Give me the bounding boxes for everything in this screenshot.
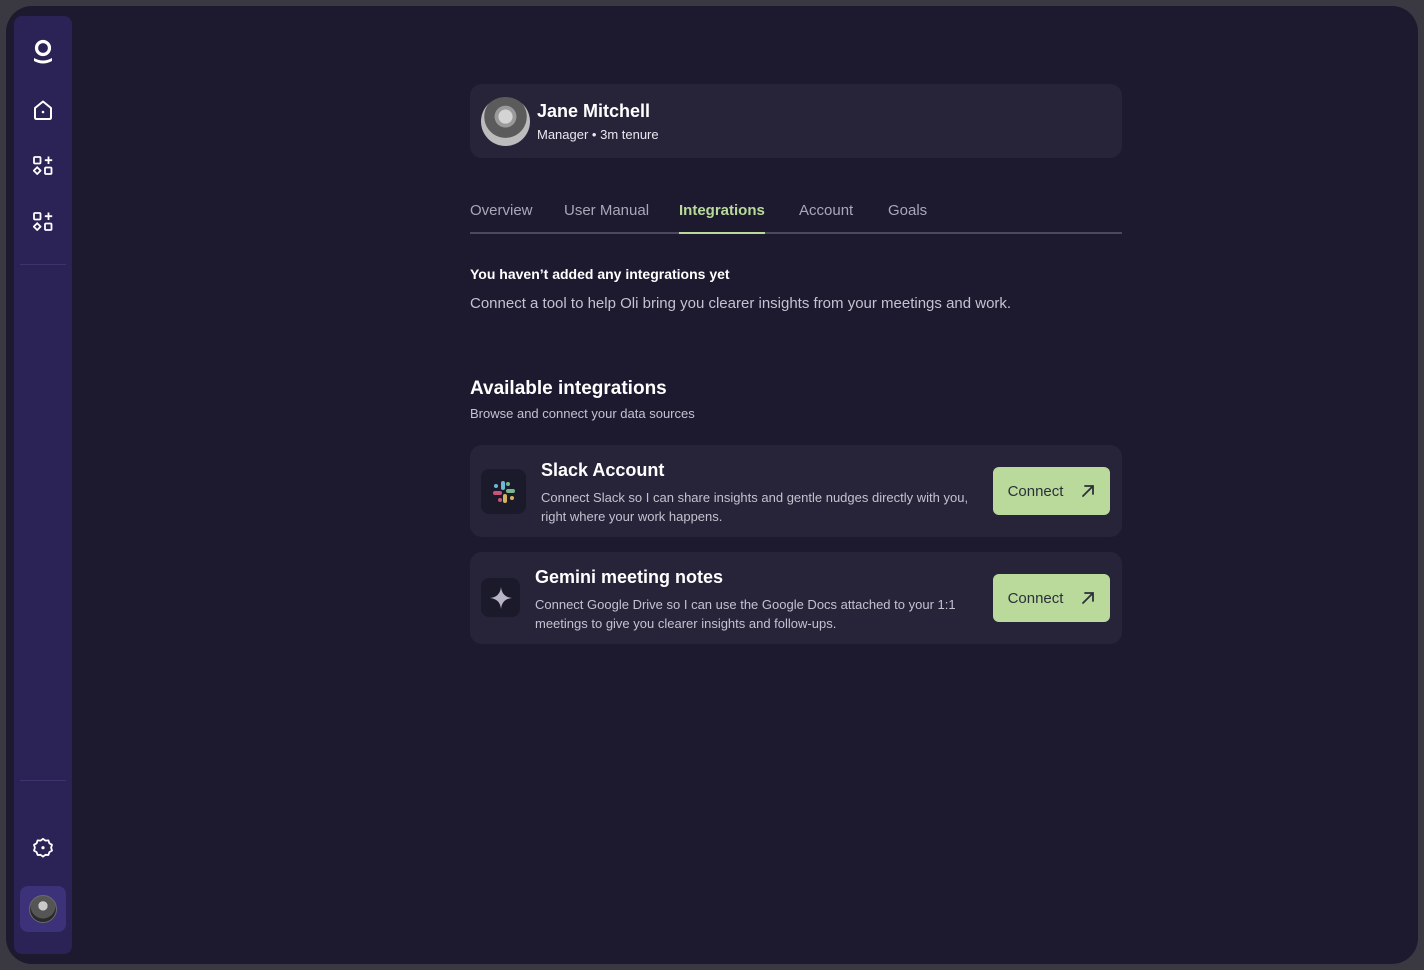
sidebar-divider — [20, 780, 66, 781]
user-avatar[interactable] — [20, 886, 66, 932]
settings-icon[interactable] — [27, 832, 59, 864]
tab-user-manual[interactable]: User Manual — [564, 202, 649, 234]
app-window: Jane Mitchell Manager • 3m tenure Overvi… — [6, 6, 1418, 964]
tab-bar: Overview User Manual Integrations Accoun… — [470, 202, 1122, 234]
tab-account[interactable]: Account — [799, 202, 853, 234]
integration-title: Gemini meeting notes — [535, 567, 724, 587]
avatar — [29, 895, 57, 923]
apps-add-icon[interactable] — [27, 206, 59, 238]
integration-description: Connect Slack so I can share insights an… — [541, 490, 969, 524]
avatar — [481, 97, 530, 146]
connect-label: Connect — [1007, 589, 1064, 607]
slack-icon — [481, 469, 526, 514]
apps-icon[interactable] — [27, 150, 59, 182]
integration-card-gemini: Gemini meeting notes Connect Google Driv… — [470, 552, 1122, 644]
profile-name: Jane Mitchell — [537, 101, 651, 121]
external-link-icon — [1082, 592, 1095, 604]
section-subtitle: Browse and connect your data sources — [470, 406, 695, 421]
gemini-icon — [481, 578, 520, 617]
tab-overview[interactable]: Overview — [470, 202, 533, 234]
home-icon[interactable] — [27, 94, 59, 126]
tab-integrations[interactable]: Integrations — [679, 202, 765, 234]
connect-label: Connect — [1007, 482, 1064, 500]
profile-card: Jane Mitchell Manager • 3m tenure — [470, 84, 1122, 158]
profile-meta: Manager • 3m tenure — [537, 127, 659, 142]
integration-description: Connect Google Drive so I can use the Go… — [535, 597, 956, 631]
integration-title: Slack Account — [541, 460, 665, 480]
sidebar — [14, 16, 72, 954]
logo-icon[interactable] — [27, 36, 59, 68]
integration-card-slack: Slack Account Connect Slack so I can sha… — [470, 445, 1122, 537]
empty-state-description: Connect a tool to help Oli bring you cle… — [470, 295, 1012, 312]
connect-slack-button[interactable]: Connect — [993, 467, 1110, 515]
empty-state-title: You haven’t added any integrations yet — [470, 266, 730, 282]
section-title: Available integrations — [470, 378, 667, 399]
external-link-icon — [1082, 485, 1095, 497]
tab-goals[interactable]: Goals — [888, 202, 927, 234]
sidebar-divider — [20, 264, 66, 265]
connect-gemini-button[interactable]: Connect — [993, 574, 1110, 622]
